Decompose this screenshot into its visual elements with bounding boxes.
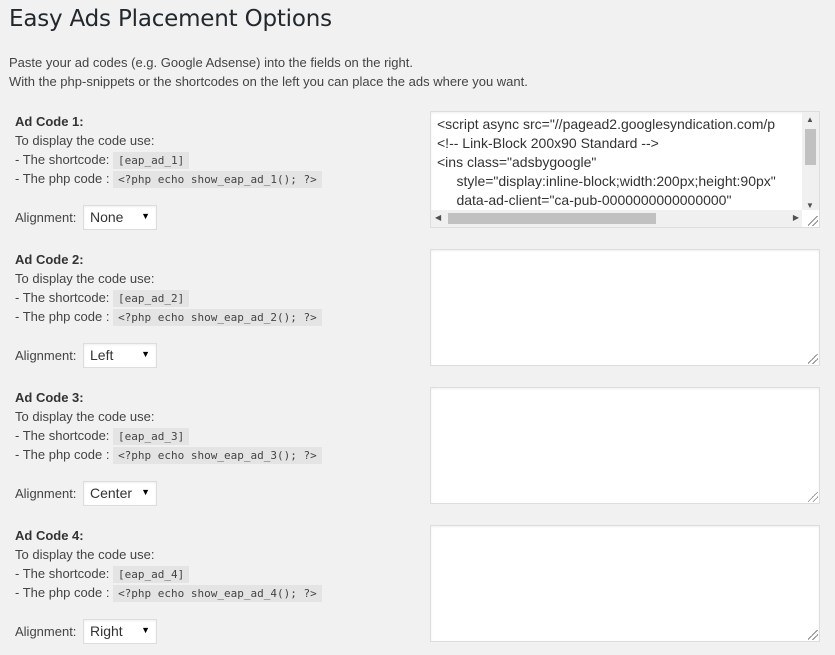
php-label: - The php code :: [15, 171, 110, 186]
code-line: style="display:inline-block;width:200px;…: [437, 173, 776, 189]
shortcode-value[interactable]: [eap_ad_1]: [113, 152, 190, 169]
page-title: Easy Ads Placement Options: [9, 6, 332, 32]
code-line: <ins class="adsbygoogle": [437, 154, 597, 170]
vertical-scrollbar[interactable]: ▲ ▼: [802, 112, 819, 211]
ad-code-1-textarea[interactable]: <script async src="//pagead2.googlesyndi…: [430, 111, 820, 228]
chevron-down-icon: ▼: [141, 211, 150, 221]
php-row: - The php code : <?php echo show_eap_ad_…: [15, 445, 415, 464]
code-line: data-ad-client="ca-pub-0000000000000000": [437, 192, 732, 207]
ad-code-3-info: Ad Code 3: To display the code use: - Th…: [15, 388, 415, 464]
alignment-select-4[interactable]: Right ▼: [83, 619, 157, 644]
ad-heading: Ad Code 4:: [15, 528, 84, 543]
ad-heading: Ad Code 3:: [15, 390, 84, 405]
horizontal-scrollbar[interactable]: ◀ ▶: [431, 210, 803, 227]
ad-code-2-textarea[interactable]: [430, 249, 820, 366]
php-row: - The php code : <?php echo show_eap_ad_…: [15, 307, 415, 326]
shortcode-row: - The shortcode: [eap_ad_1]: [15, 150, 415, 169]
intro-line-2: With the php-snippets or the shortcodes …: [9, 74, 528, 89]
ad-code-1-content: <script async src="//pagead2.googlesyndi…: [437, 115, 803, 207]
php-row: - The php code : <?php echo show_eap_ad_…: [15, 583, 415, 602]
alignment-label: Alignment:: [15, 348, 77, 363]
scroll-right-icon[interactable]: ▶: [793, 213, 799, 222]
code-line: <!-- Link-Block 200x90 Standard -->: [437, 135, 659, 151]
alignment-select-1[interactable]: None ▼: [83, 205, 157, 230]
resize-grip-icon[interactable]: [808, 492, 818, 502]
scroll-down-icon[interactable]: ▼: [806, 201, 814, 210]
shortcode-value[interactable]: [eap_ad_2]: [113, 290, 190, 307]
chevron-down-icon: ▼: [141, 487, 150, 497]
code-line: <script async src="//pagead2.googlesyndi…: [437, 116, 776, 132]
shortcode-row: - The shortcode: [eap_ad_2]: [15, 288, 415, 307]
alignment-label: Alignment:: [15, 624, 77, 639]
chevron-down-icon: ▼: [141, 349, 150, 359]
shortcode-row: - The shortcode: [eap_ad_4]: [15, 564, 415, 583]
php-value[interactable]: <?php echo show_eap_ad_4(); ?>: [113, 585, 322, 602]
display-instructions: To display the code use:: [15, 409, 155, 424]
php-row: - The php code : <?php echo show_eap_ad_…: [15, 169, 415, 188]
php-label: - The php code :: [15, 309, 110, 324]
php-value[interactable]: <?php echo show_eap_ad_3(); ?>: [113, 447, 322, 464]
ad-code-4-info: Ad Code 4: To display the code use: - Th…: [15, 526, 415, 602]
alignment-label: Alignment:: [15, 210, 77, 225]
alignment-select-3[interactable]: Center ▼: [83, 481, 157, 506]
ad-code-1-info: Ad Code 1: To display the code use: - Th…: [15, 112, 415, 188]
alignment-value: None: [90, 209, 124, 225]
shortcode-label: - The shortcode:: [15, 290, 110, 305]
intro-text: Paste your ad codes (e.g. Google Adsense…: [9, 53, 528, 91]
alignment-select-2[interactable]: Left ▼: [83, 343, 157, 368]
ad-code-2-info: Ad Code 2: To display the code use: - Th…: [15, 250, 415, 326]
intro-line-1: Paste your ad codes (e.g. Google Adsense…: [9, 55, 413, 70]
ad-code-4-textarea[interactable]: [430, 525, 820, 642]
alignment-value: Left: [90, 347, 114, 363]
php-value[interactable]: <?php echo show_eap_ad_1(); ?>: [113, 171, 322, 188]
scroll-up-icon[interactable]: ▲: [806, 115, 814, 124]
chevron-down-icon: ▼: [141, 625, 150, 635]
ad-heading: Ad Code 2:: [15, 252, 84, 267]
php-label: - The php code :: [15, 585, 110, 600]
alignment-value: Right: [90, 623, 123, 639]
php-value[interactable]: <?php echo show_eap_ad_2(); ?>: [113, 309, 322, 326]
php-label: - The php code :: [15, 447, 110, 462]
resize-grip-icon[interactable]: [808, 630, 818, 640]
ad-heading: Ad Code 1:: [15, 114, 84, 129]
scroll-left-icon[interactable]: ◀: [435, 213, 441, 222]
shortcode-row: - The shortcode: [eap_ad_3]: [15, 426, 415, 445]
vertical-scroll-thumb[interactable]: [805, 129, 816, 165]
shortcode-label: - The shortcode:: [15, 566, 110, 581]
display-instructions: To display the code use:: [15, 547, 155, 562]
resize-grip-icon[interactable]: [808, 216, 818, 226]
shortcode-label: - The shortcode:: [15, 428, 110, 443]
alignment-label: Alignment:: [15, 486, 77, 501]
shortcode-value[interactable]: [eap_ad_4]: [113, 566, 190, 583]
horizontal-scroll-thumb[interactable]: [448, 213, 656, 224]
ad-code-3-textarea[interactable]: [430, 387, 820, 504]
resize-grip-icon[interactable]: [808, 354, 818, 364]
display-instructions: To display the code use:: [15, 133, 155, 148]
display-instructions: To display the code use:: [15, 271, 155, 286]
shortcode-label: - The shortcode:: [15, 152, 110, 167]
shortcode-value[interactable]: [eap_ad_3]: [113, 428, 190, 445]
alignment-value: Center: [90, 485, 133, 501]
